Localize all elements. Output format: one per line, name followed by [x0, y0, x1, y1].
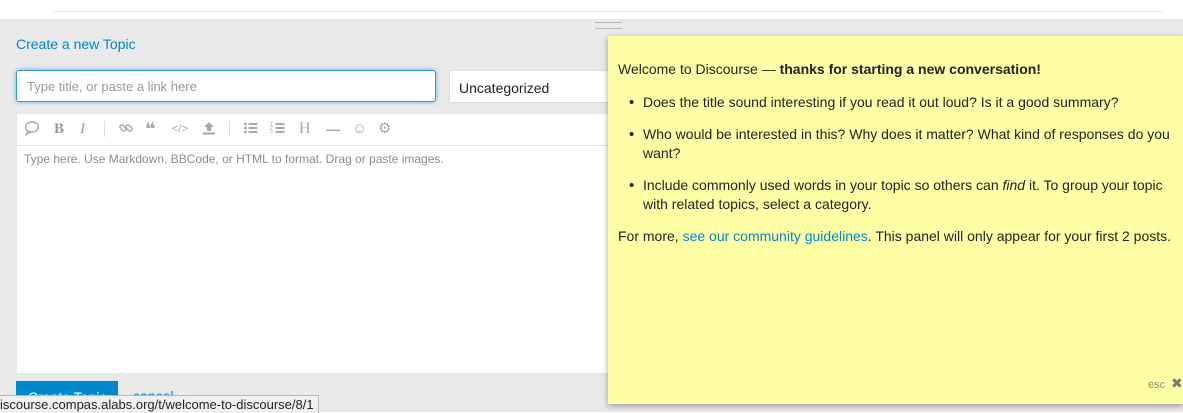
italic-icon[interactable]: I — [80, 120, 85, 138]
topic-title-input[interactable] — [16, 70, 436, 102]
emoji-icon[interactable]: ☺ — [352, 120, 367, 138]
post-editor-textarea[interactable] — [17, 146, 617, 373]
guidelines-link[interactable]: see our community guidelines — [683, 228, 868, 244]
composer-title: Create a new Topic — [16, 36, 136, 52]
status-bar-url: iscourse.compas.alabs.org/t/welcome-to-d… — [0, 395, 319, 413]
divider-line — [53, 11, 1163, 12]
list-item: Does the title sound interesting if you … — [629, 93, 1183, 112]
education-panel: Welcome to Discourse — thanks for starti… — [608, 36, 1183, 404]
upload-icon[interactable] — [201, 120, 217, 138]
svg-text:3: 3 — [270, 130, 273, 136]
options-gear-icon[interactable]: ⚙ — [378, 120, 391, 138]
education-intro: Welcome to Discourse — thanks for starti… — [618, 61, 1041, 77]
page-top-strip — [0, 0, 1183, 19]
blockquote-icon[interactable]: ❝ — [145, 120, 156, 138]
link-icon[interactable] — [118, 120, 134, 138]
composer-resize-grip[interactable] — [595, 22, 622, 29]
code-icon[interactable]: </> — [172, 120, 188, 138]
bullet-list-icon[interactable] — [243, 120, 259, 138]
heading-icon[interactable]: H — [299, 120, 311, 138]
toolbar-separator — [229, 121, 230, 137]
education-footer: For more, see our community guidelines. … — [618, 228, 1172, 244]
editor-toolbar: B I ❝ </> 123 H — ☺ ⚙ — [17, 114, 617, 146]
horizontal-rule-icon[interactable]: — — [326, 120, 340, 138]
numbered-list-icon[interactable]: 123 — [270, 120, 286, 138]
esc-hint: esc — [1148, 379, 1166, 391]
education-tips-list: Does the title sound interesting if you … — [618, 93, 1183, 214]
bold-icon[interactable]: B — [54, 120, 64, 138]
close-icon[interactable]: ✖ — [1171, 374, 1183, 393]
toolbar-separator — [104, 121, 105, 137]
quote-icon[interactable] — [24, 120, 40, 138]
list-item: Include commonly used words in your topi… — [629, 176, 1183, 214]
list-item: Who would be interested in this? Why doe… — [629, 125, 1183, 163]
